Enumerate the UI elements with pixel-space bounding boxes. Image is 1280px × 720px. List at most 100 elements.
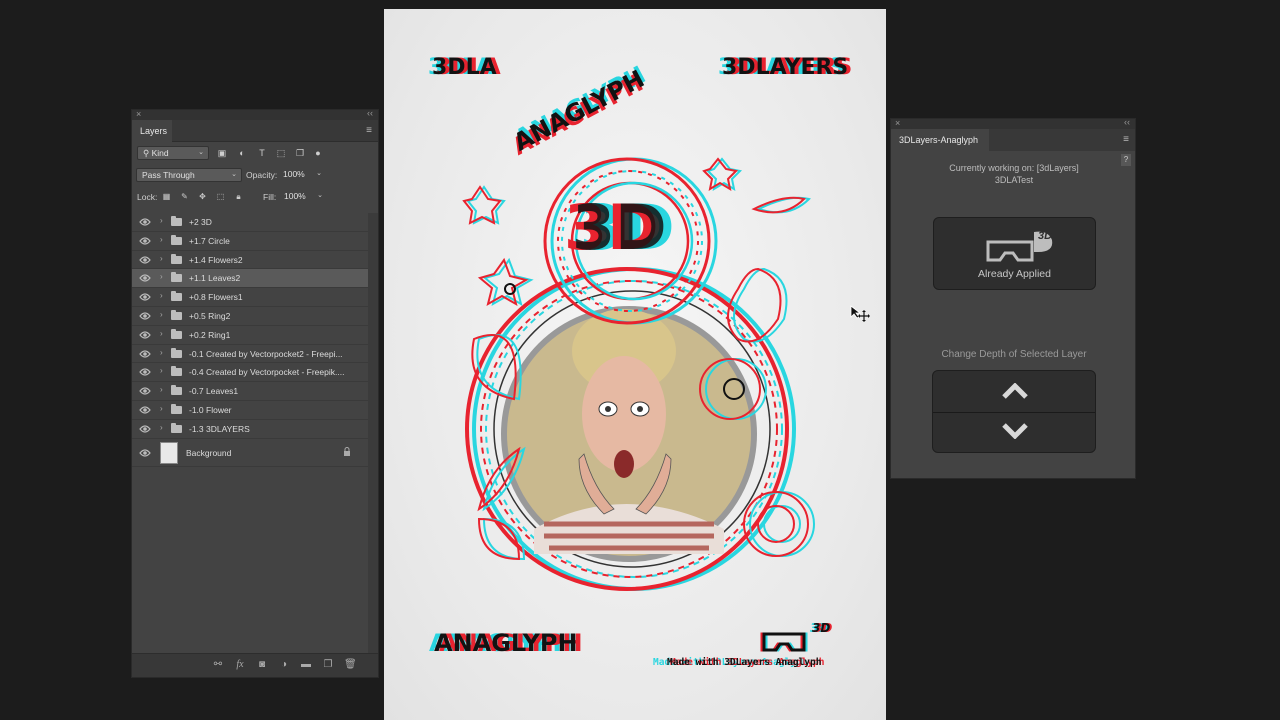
layer-row[interactable]: › -0.1 Created by Vectorpocket2 - Freepi… (132, 345, 368, 364)
layer-name: Background (186, 447, 232, 458)
eye-icon[interactable] (139, 255, 151, 265)
folder-icon (171, 366, 182, 377)
chevron-right-icon[interactable]: › (160, 423, 163, 432)
layer-row[interactable]: › -1.0 Flower (132, 401, 368, 420)
adjustment-layer-icon[interactable]: ◑ (278, 659, 290, 671)
chevron-right-icon[interactable]: › (160, 291, 163, 300)
eye-icon[interactable] (139, 236, 151, 246)
layer-name: +0.2 Ring1 (189, 329, 231, 340)
layer-row[interactable]: › +2 3D (132, 213, 368, 232)
filter-shape-icon[interactable]: ⬚ (276, 148, 286, 158)
document-canvas[interactable]: 3DLA 3DLA 3DLA 3DLAYERS 3DLAYERS 3DLAYER… (384, 9, 886, 720)
eye-icon[interactable] (139, 273, 151, 283)
layer-name: +2 3D (189, 217, 212, 227)
eye-icon[interactable] (139, 217, 151, 227)
collapse-panel-icon[interactable]: ‹‹ (1124, 117, 1130, 127)
background-layer-row[interactable]: Background (132, 439, 368, 467)
layer-name: +1.7 Circle (189, 235, 230, 246)
eye-icon[interactable] (139, 311, 151, 321)
folder-icon (171, 347, 182, 358)
layer-list: › +2 3D › +1.7 Circle › +1.4 Flowers2 › … (132, 213, 368, 467)
eye-icon[interactable] (139, 330, 151, 340)
folder-icon (171, 328, 182, 339)
opacity-input[interactable]: 100% ⌄ (280, 168, 324, 182)
folder-icon (171, 385, 182, 396)
opacity-label: Opacity: (246, 170, 278, 180)
filter-row: ⚲ Kind ⌄ ▣ ◐ T ⬚ ❐ ● (132, 142, 378, 164)
chevron-right-icon[interactable]: › (160, 404, 163, 413)
layer-row[interactable]: › -0.7 Leaves1 (132, 382, 368, 401)
layer-row[interactable]: › +1.4 Flowers2 (132, 251, 368, 270)
artwork (462, 157, 815, 652)
blend-mode-select[interactable]: Pass Through ⌄ (136, 168, 242, 182)
tab-3dlayers-anaglyph[interactable]: 3DLayers-Anaglyph (891, 129, 989, 151)
collapse-panel-icon[interactable]: ‹‹ (367, 108, 373, 118)
apply-anaglyph-button[interactable]: 3D Already Applied (933, 217, 1096, 290)
layers-scrollbar[interactable] (368, 213, 378, 653)
folder-icon (171, 291, 182, 302)
chevron-right-icon[interactable]: › (160, 216, 163, 225)
layer-row[interactable]: › -0.4 Created by Vectorpocket - Freepik… (132, 363, 368, 383)
filter-pixel-icon[interactable]: ▣ (217, 148, 227, 158)
trash-icon[interactable]: 🗑︎ (344, 659, 357, 671)
eye-icon[interactable] (139, 386, 151, 396)
filter-adjustment-icon[interactable]: ◐ (237, 148, 247, 158)
chevron-right-icon[interactable]: › (160, 310, 163, 319)
depth-down-button[interactable] (933, 413, 1095, 452)
chevron-right-icon[interactable]: › (160, 254, 163, 263)
link-layers-icon[interactable]: ⚯ (212, 659, 224, 671)
fill-input[interactable]: 100% ⌄ (281, 190, 325, 204)
chevron-right-icon[interactable]: › (160, 329, 163, 338)
chevron-down-icon: ⌄ (316, 170, 322, 177)
chevron-up-icon (1002, 383, 1028, 399)
eye-icon[interactable] (139, 349, 151, 359)
chevron-down-icon: ⌄ (317, 192, 323, 199)
layer-row[interactable]: › +0.8 Flowers1 (132, 288, 368, 307)
chevron-right-icon[interactable]: › (160, 385, 163, 394)
chevron-down-icon: ⌄ (198, 149, 204, 156)
filter-type-icon[interactable]: T (257, 148, 267, 158)
panel-menu-icon[interactable]: ≡ (366, 125, 372, 136)
blend-mode-value: Pass Through (142, 170, 195, 180)
layer-row[interactable]: › +0.2 Ring1 (132, 326, 368, 345)
folder-icon (171, 234, 182, 245)
filter-toggle-icon[interactable]: ● (313, 148, 323, 158)
eye-icon[interactable] (139, 448, 151, 458)
lock-image-icon[interactable]: ✎ (180, 192, 189, 201)
chevron-down-icon (1002, 423, 1028, 439)
lock-all-icon[interactable]: 🔒︎ (234, 192, 243, 201)
new-layer-icon[interactable]: ❐ (322, 659, 334, 671)
layer-row[interactable]: › -1.3 3DLAYERS (132, 420, 368, 439)
eye-icon[interactable] (139, 424, 151, 434)
tab-layers[interactable]: Layers (132, 120, 172, 142)
layer-row[interactable]: › +0.5 Ring2 (132, 307, 368, 326)
layer-name: +1.4 Flowers2 (189, 254, 243, 265)
layer-row[interactable]: › +1.7 Circle (132, 232, 368, 251)
layer-row-selected[interactable]: › +1.1 Leaves2 (132, 269, 368, 289)
layer-name: +0.5 Ring2 (189, 310, 231, 321)
add-mask-icon[interactable]: ◙ (256, 659, 268, 671)
panel-top-bar: × ‹‹ (132, 108, 378, 120)
eye-icon[interactable] (139, 405, 151, 415)
chevron-right-icon[interactable]: › (160, 366, 163, 375)
lock-artboard-icon[interactable]: ⬚ (216, 192, 225, 201)
fx-icon[interactable]: fx (234, 659, 246, 671)
close-panel-icon[interactable]: × (136, 109, 141, 119)
chevron-right-icon[interactable]: › (160, 272, 163, 281)
depth-up-button[interactable] (933, 371, 1095, 412)
lock-position-icon[interactable]: ✥ (198, 192, 207, 201)
chevron-right-icon[interactable]: › (160, 235, 163, 244)
close-panel-icon[interactable]: × (895, 118, 900, 128)
blend-row: Pass Through ⌄ Opacity: 100% ⌄ (132, 164, 378, 186)
lock-row: Lock: ▦ ✎ ✥ ⬚ 🔒︎ Fill: 100% ⌄ (132, 186, 378, 208)
new-group-icon[interactable]: ▬ (300, 659, 312, 671)
layers-bottom-bar: ⚯ fx ◙ ◑ ▬ ❐ 🗑︎ (132, 653, 378, 677)
eye-icon[interactable] (139, 292, 151, 302)
opacity-value: 100% (283, 169, 305, 179)
eye-icon[interactable] (139, 367, 151, 377)
filter-kind-select[interactable]: ⚲ Kind ⌄ (137, 146, 209, 160)
panel-menu-icon[interactable]: ≡ (1123, 134, 1129, 145)
chevron-right-icon[interactable]: › (160, 348, 163, 357)
lock-transparent-icon[interactable]: ▦ (162, 192, 171, 201)
filter-smart-object-icon[interactable]: ❐ (295, 148, 305, 158)
